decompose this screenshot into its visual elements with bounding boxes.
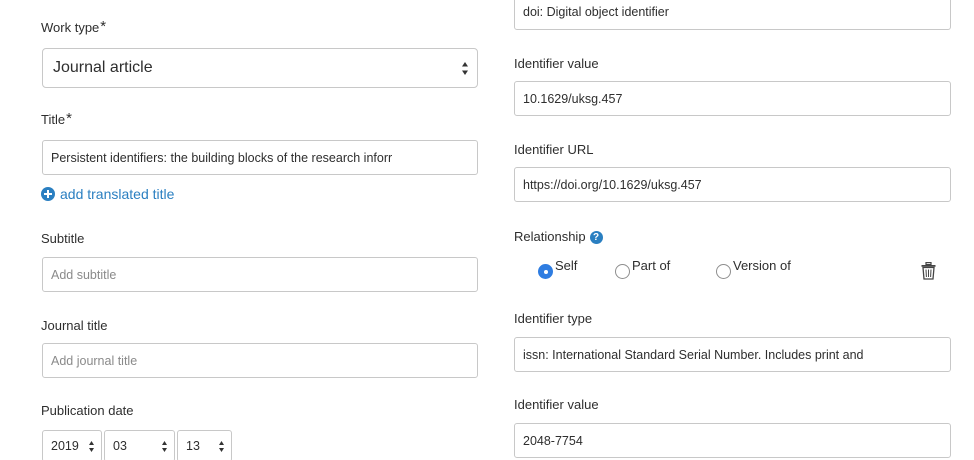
day-value: 13 [186,439,200,453]
relationship-label-text: Relationship [514,229,586,244]
add-translated-title-text: add translated title [60,186,175,202]
identifier-value-input-1[interactable]: 10.1629/uksg.457 [514,81,951,116]
identifier-url-input[interactable]: https://doi.org/10.1629/uksg.457 [514,167,951,202]
journal-title-input[interactable]: Add journal title [42,343,478,378]
relationship-option-self[interactable]: Self [538,258,577,279]
title-value: Persistent identifiers: the building blo… [51,150,393,165]
radio-button[interactable] [716,264,731,279]
work-type-select[interactable]: Journal article [42,48,478,88]
identifier-value-input-2[interactable]: 2048-7754 [514,423,951,458]
identifier-value-2: 2048-7754 [523,433,583,448]
year-value: 2019 [51,439,79,453]
identifier-url-label: Identifier URL [514,142,594,157]
publication-date-label: Publication date [41,403,134,418]
identifier-type-value-1: doi: Digital object identifier [523,5,669,19]
identifier-value-1: 10.1629/uksg.457 [523,91,623,106]
updown-arrows-icon [461,61,469,76]
work-type-label-text: Work type [41,20,100,35]
radio-button[interactable] [538,264,553,279]
updown-arrows-icon [218,440,225,453]
required-marker: * [66,110,72,127]
journal-title-label: Journal title [41,318,108,333]
publication-day-select[interactable]: 13 [177,430,232,460]
relationship-option-label: Self [555,258,578,273]
subtitle-label: Subtitle [41,231,85,246]
add-translated-title-link[interactable]: add translated title [41,186,174,202]
relationship-option-part-of[interactable]: Part of [615,258,670,279]
subtitle-placeholder: Add subtitle [51,267,117,282]
identifier-type-select-2[interactable]: issn: International Standard Serial Numb… [514,337,951,372]
publication-month-select[interactable]: 03 [104,430,175,460]
identifier-value-label-2: Identifier value [514,397,599,412]
radio-button[interactable] [615,264,630,279]
publication-year-select[interactable]: 2019 [42,430,102,460]
subtitle-input[interactable]: Add subtitle [42,257,478,292]
identifier-url-value: https://doi.org/10.1629/uksg.457 [523,177,702,192]
title-input[interactable]: Persistent identifiers: the building blo… [42,140,478,175]
identifier-type-label-2: Identifier type [514,311,593,326]
help-icon[interactable]: ? [589,231,603,244]
identifier-type-value-2: issn: International Standard Serial Numb… [523,347,864,362]
relationship-option-label: Part of [632,258,671,273]
updown-arrows-icon [88,440,95,453]
work-type-value: Journal article [53,59,153,76]
relationship-option-version-of[interactable]: Version of [716,258,791,279]
trash-icon[interactable] [921,261,936,283]
relationship-option-label: Version of [733,258,791,273]
work-type-label: Work type* [41,18,107,36]
updown-arrows-icon [161,440,168,453]
plus-circle-icon [41,187,55,201]
required-marker: * [100,18,107,35]
title-label: Title* [41,110,72,128]
identifier-type-select-1[interactable]: doi: Digital object identifier [514,0,951,30]
relationship-label: Relationship ? [514,229,603,244]
identifier-value-label-1: Identifier value [514,56,599,71]
journal-title-placeholder: Add journal title [51,353,138,368]
title-label-text: Title [41,112,66,127]
month-value: 03 [113,439,127,453]
